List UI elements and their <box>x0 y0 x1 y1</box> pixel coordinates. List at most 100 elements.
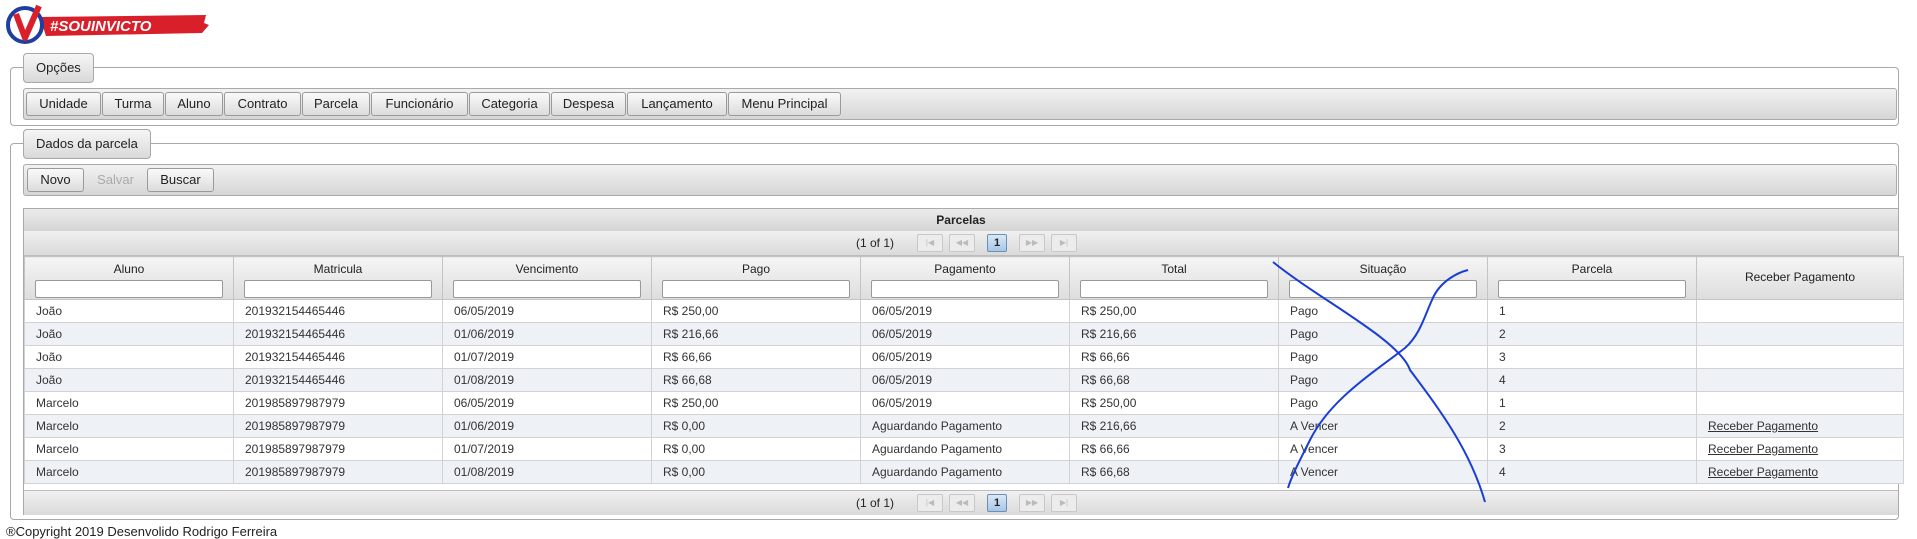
table-cell: 06/05/2019 <box>860 322 1070 346</box>
menu-button-aluno[interactable]: Aluno <box>165 92 223 116</box>
table-cell: 201932154465446 <box>233 345 443 369</box>
form-toolbar <box>23 164 1897 196</box>
last-page-icon[interactable]: ▶| <box>1051 234 1077 252</box>
table-row[interactable]: Marcelo 201985897987979 06/05/2019 R$ 250,0… <box>24 391 1904 415</box>
table-cell <box>1696 299 1904 323</box>
table-cell: 01/07/2019 <box>442 345 652 369</box>
column-header-parcela[interactable]: Parcela <box>1487 256 1697 300</box>
opcoes-legend[interactable]: Opções <box>23 53 94 83</box>
next-page-icon[interactable]: ▶▶ <box>1019 234 1045 252</box>
table-cell: 4 <box>1487 368 1697 392</box>
column-header-label: Pagamento <box>934 262 996 276</box>
table-cell: Pago <box>1278 345 1488 369</box>
table-cell: Aguardando Pagamento <box>860 460 1070 484</box>
column-header-situacao[interactable]: Situação <box>1278 256 1488 300</box>
filter-input-parcela[interactable] <box>1498 280 1686 298</box>
menu-button-despesa[interactable]: Despesa <box>551 92 626 116</box>
menu-button-menu-principal[interactable]: Menu Principal <box>728 92 841 116</box>
receber-pagamento-link[interactable]: Receber Pagamento <box>1708 419 1818 433</box>
table-row[interactable]: João 201932154465446 01/07/2019 R$ 66,66 06/… <box>24 345 1904 369</box>
menu-button-funcionario[interactable]: Funcionário <box>371 92 468 116</box>
parcelas-table: Aluno Matricula Vencimento Pago Pagamento Tot… <box>24 256 1904 484</box>
column-header-label: Pago <box>741 262 771 276</box>
page-number[interactable]: 1 <box>987 234 1007 252</box>
menu-button-parcela[interactable]: Parcela <box>302 92 370 116</box>
paginator-bottom: (1 of 1) |◀ ◀◀ 1 ▶▶ ▶| <box>24 490 1898 515</box>
menu-button-lancamento[interactable]: Lançamento <box>627 92 727 116</box>
novo-button[interactable]: Novo <box>27 168 84 192</box>
table-cell: 06/05/2019 <box>860 345 1070 369</box>
panel-title: Parcelas <box>24 209 1898 232</box>
table-cell <box>1696 391 1904 415</box>
buscar-button[interactable]: Buscar <box>147 168 214 192</box>
table-row[interactable]: Marcelo 201985897987979 01/07/2019 R$ 0,00 A… <box>24 437 1904 461</box>
table-cell: Receber Pagamento <box>1696 414 1904 438</box>
menu-button-unidade[interactable]: Unidade <box>26 92 101 116</box>
menu-button-categoria[interactable]: Categoria <box>469 92 550 116</box>
table-cell: R$ 250,00 <box>1069 391 1279 415</box>
column-header-label: Parcela <box>1571 262 1613 276</box>
table-cell: 06/05/2019 <box>860 391 1070 415</box>
table-row[interactable]: João 201932154465446 01/06/2019 R$ 216,66 06… <box>24 322 1904 346</box>
table-cell: Pago <box>1278 391 1488 415</box>
first-page-icon[interactable]: |◀ <box>917 494 943 512</box>
filter-input-pagamento[interactable] <box>871 280 1059 298</box>
table-cell: 201932154465446 <box>233 322 443 346</box>
table-cell: R$ 216,66 <box>1069 414 1279 438</box>
last-page-icon[interactable]: ▶| <box>1051 494 1077 512</box>
filter-input-pago[interactable] <box>662 280 850 298</box>
prev-page-icon[interactable]: ◀◀ <box>949 494 975 512</box>
receber-pagamento-link[interactable]: Receber Pagamento <box>1708 465 1818 479</box>
table-cell: 201985897987979 <box>233 414 443 438</box>
column-header-pago[interactable]: Pago <box>651 256 861 300</box>
table-cell: Receber Pagamento <box>1696 460 1904 484</box>
table-cell: R$ 0,00 <box>651 414 861 438</box>
filter-input-situacao[interactable] <box>1289 280 1477 298</box>
copyright-text: ®Copyright 2019 Desenvolido Rodrigo Ferr… <box>6 524 278 539</box>
table-cell: 1 <box>1487 299 1697 323</box>
table-cell: 201932154465446 <box>233 368 443 392</box>
dados-legend[interactable]: Dados da parcela <box>23 129 151 159</box>
filter-input-vencimento[interactable] <box>453 280 641 298</box>
receber-pagamento-link[interactable]: Receber Pagamento <box>1708 442 1818 456</box>
prev-page-icon[interactable]: ◀◀ <box>949 234 975 252</box>
table-cell <box>1696 345 1904 369</box>
menu-button-turma[interactable]: Turma <box>102 92 164 116</box>
table-cell: Pago <box>1278 299 1488 323</box>
column-header-vencimento[interactable]: Vencimento <box>442 256 652 300</box>
filter-input-total[interactable] <box>1080 280 1268 298</box>
filter-input-matricula[interactable] <box>244 280 432 298</box>
page-number[interactable]: 1 <box>987 494 1007 512</box>
first-page-icon[interactable]: |◀ <box>917 234 943 252</box>
table-cell: Marcelo <box>24 391 234 415</box>
table-row[interactable]: João 201932154465446 06/05/2019 R$ 250,00 06… <box>24 299 1904 323</box>
column-header-label: Vencimento <box>515 262 579 276</box>
table-cell: 01/07/2019 <box>442 437 652 461</box>
column-header-pagamento[interactable]: Pagamento <box>860 256 1070 300</box>
column-header-aluno[interactable]: Aluno <box>24 256 234 300</box>
table-cell: R$ 216,66 <box>1069 322 1279 346</box>
column-header-label: Aluno <box>113 262 145 276</box>
table-cell: R$ 0,00 <box>651 437 861 461</box>
column-header-label: Receber Pagamento <box>1744 270 1856 284</box>
table-cell: 4 <box>1487 460 1697 484</box>
table-cell: 2 <box>1487 322 1697 346</box>
logo: #SOUINVICTO <box>6 4 209 44</box>
menu-button-contrato[interactable]: Contrato <box>224 92 301 116</box>
table-cell: 01/06/2019 <box>442 414 652 438</box>
table-cell: Aguardando Pagamento <box>860 414 1070 438</box>
column-header-label: Situação <box>1359 262 1407 276</box>
table-cell: R$ 66,66 <box>1069 345 1279 369</box>
table-cell <box>1696 368 1904 392</box>
column-header-label: Matricula <box>313 262 363 276</box>
table-row[interactable]: Marcelo 201985897987979 01/08/2019 R$ 0,00 A… <box>24 460 1904 484</box>
column-header-total[interactable]: Total <box>1069 256 1279 300</box>
next-page-icon[interactable]: ▶▶ <box>1019 494 1045 512</box>
table-row[interactable]: Marcelo 201985897987979 01/06/2019 R$ 0,00 A… <box>24 414 1904 438</box>
column-header-matricula[interactable]: Matricula <box>233 256 443 300</box>
column-header-receber-pagamento[interactable]: Receber Pagamento <box>1696 256 1904 300</box>
filter-input-aluno[interactable] <box>35 280 223 298</box>
parcelas-panel: Parcelas (1 of 1) |◀ ◀◀ 1 ▶▶ ▶| Aluno Mat… <box>23 208 1904 515</box>
table-row[interactable]: João 201932154465446 01/08/2019 R$ 66,68 06/… <box>24 368 1904 392</box>
table-cell: 01/06/2019 <box>442 322 652 346</box>
